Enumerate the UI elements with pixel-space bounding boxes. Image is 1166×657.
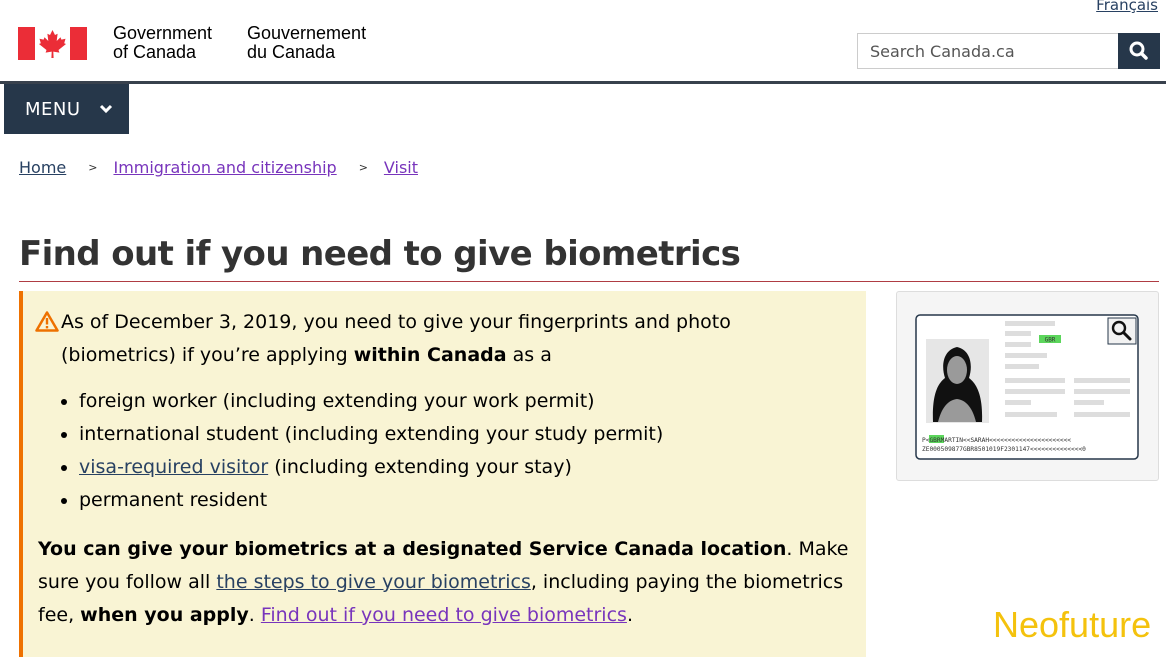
mrz-line-1: P<GBRMARTIN<<SARAH<<<<<<<<<<<<<<<<<<<<<< (922, 437, 1071, 444)
alert-intro-bold: within Canada (353, 344, 507, 366)
find-out-biometrics-link[interactable]: Find out if you need to give biometrics (261, 604, 627, 626)
list-item: foreign worker (including extending your… (79, 385, 663, 418)
wordmark-fr-line2: du Canada (247, 42, 336, 62)
main-menu-button[interactable]: MENU (4, 84, 129, 134)
list-item: visa-required visitor (including extendi… (79, 451, 663, 484)
list-item-text: international student (including extendi… (79, 423, 664, 445)
alert-service-canada-text: You can give your biometrics at a design… (38, 533, 858, 632)
mrz-line-2: ZE000509877GBR8501019F2301147<<<<<<<<<<<… (922, 446, 1086, 453)
search-input[interactable] (857, 33, 1118, 69)
menu-label: MENU (25, 98, 81, 120)
language-toggle-link[interactable]: Français (1096, 0, 1158, 14)
p2-text: . (626, 604, 633, 626)
wordmark-en-line2: of Canada (113, 42, 197, 62)
passport-illustration-card: GBR P<GBRMARTIN<<SARAH<<<<<<<<<<<<<<<<<<… (896, 291, 1159, 481)
p2-text: . (248, 604, 261, 626)
list-item-text: foreign worker (including extending your… (79, 390, 595, 412)
passport-illustration: GBR P<GBRMARTIN<<SARAH<<<<<<<<<<<<<<<<<<… (915, 314, 1139, 460)
alert-intro-part2: as a (506, 344, 552, 366)
biometrics-warning-alert: As of December 3, 2019, you need to give… (19, 291, 866, 657)
breadcrumb: Home > Immigration and citizenship > Visit (19, 158, 418, 177)
site-search (857, 33, 1160, 69)
title-underline (19, 281, 1159, 282)
list-item-text: (including extending your stay) (268, 456, 572, 478)
search-icon (1129, 41, 1148, 60)
breadcrumb-separator: > (88, 161, 98, 174)
list-item: international student (including extendi… (79, 418, 663, 451)
list-item: permanent resident (79, 484, 663, 517)
applicant-type-list: foreign worker (including extending your… (37, 385, 663, 517)
chevron-down-icon (99, 104, 113, 114)
steps-to-give-biometrics-link[interactable]: the steps to give your biometrics (216, 571, 531, 593)
breadcrumb-visit[interactable]: Visit (384, 158, 418, 177)
canada-flag-icon (18, 27, 87, 60)
breadcrumb-home[interactable]: Home (19, 158, 66, 177)
header-divider (0, 81, 1166, 84)
visa-required-visitor-link[interactable]: visa-required visitor (79, 456, 268, 478)
wordmark-en-line1: Government (113, 23, 213, 43)
wordmark-fr-line1: Gouvernement (247, 23, 367, 43)
p2-bold-when-you-apply: when you apply (80, 604, 249, 626)
alert-intro-text: As of December 3, 2019, you need to give… (61, 306, 851, 372)
list-item-text: permanent resident (79, 489, 268, 511)
passport-code-label: GBR (1045, 337, 1056, 344)
p2-bold-service-canada: You can give your biometrics at a design… (38, 538, 787, 560)
search-button[interactable] (1118, 33, 1160, 69)
warning-icon (35, 311, 59, 332)
government-of-canada-wordmark-fr: Gouvernement du Canada (247, 24, 366, 62)
breadcrumb-separator: > (358, 161, 368, 174)
government-of-canada-wordmark-en: Government of Canada (113, 24, 212, 62)
page-title: Find out if you need to give biometrics (19, 234, 741, 274)
breadcrumb-immigration[interactable]: Immigration and citizenship (113, 158, 336, 177)
watermark-text: Neofuture (993, 604, 1152, 645)
